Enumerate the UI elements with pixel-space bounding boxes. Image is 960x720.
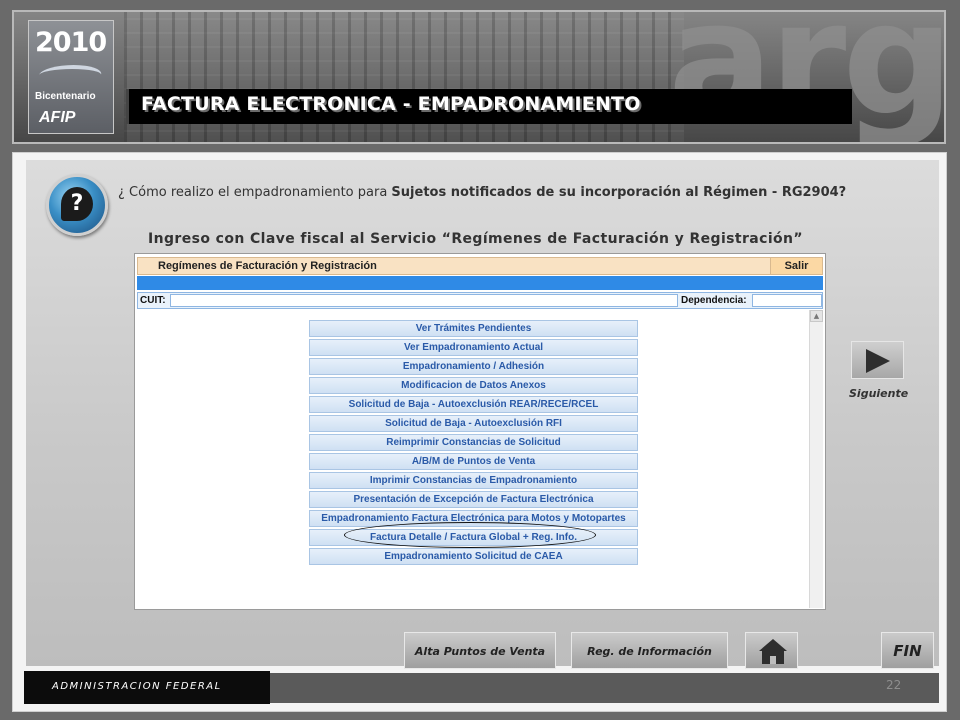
logo-flag-icon <box>35 65 105 85</box>
page-number: 22 <box>886 678 902 692</box>
fin-button[interactable]: FIN <box>881 632 934 669</box>
screenshot-blue-bar <box>137 276 823 290</box>
cuit-row: CUIT: Dependencia: <box>137 292 823 309</box>
play-arrow-icon <box>866 349 890 373</box>
afip-logo: AFIP <box>39 109 76 126</box>
next-label: Siguiente <box>849 387 909 400</box>
dependencia-label: Dependencia: <box>681 295 747 306</box>
home-icon-door <box>770 656 776 664</box>
menu-item-baja-rear[interactable]: Solicitud de Baja - Autoexclusión REAR/R… <box>309 396 638 413</box>
screenshot-header: Regímenes de Facturación y Registración … <box>137 257 823 275</box>
menu-item-modificacion-datos[interactable]: Modificacion de Datos Anexos <box>309 377 638 394</box>
menu-item-empadronamiento-adhesion[interactable]: Empadronamiento / Adhesión <box>309 358 638 375</box>
embedded-screenshot: Regímenes de Facturación y Registración … <box>134 253 826 610</box>
section-subtitle: Ingreso con Clave fiscal al Servicio “Re… <box>148 231 804 247</box>
menu-item-ver-empadronamiento[interactable]: Ver Empadronamiento Actual <box>309 339 638 356</box>
salir-button[interactable]: Salir <box>770 258 822 274</box>
dependencia-field[interactable] <box>752 294 822 307</box>
cuit-label: CUIT: <box>140 295 166 306</box>
menu-item-excepcion-factura[interactable]: Presentación de Excepción de Factura Ele… <box>309 491 638 508</box>
next-button[interactable] <box>851 341 904 379</box>
building-photo <box>124 12 684 142</box>
logo-caption: Bicentenario <box>35 91 96 102</box>
footer-logo: ADMINISTRACION FEDERAL <box>24 671 270 704</box>
question-mark-icon: ? <box>61 187 93 221</box>
question-text: ¿ Cómo realizo el empadronamiento para S… <box>118 184 878 202</box>
menu-item-baja-rfi[interactable]: Solicitud de Baja - Autoexclusión RFI <box>309 415 638 432</box>
highlight-ellipse <box>344 522 596 548</box>
screenshot-title: Regímenes de Facturación y Registración <box>158 260 377 272</box>
menu-item-imprimir-constancias[interactable]: Imprimir Constancias de Empadronamiento <box>309 472 638 489</box>
scroll-up-icon[interactable]: ▲ <box>810 310 823 322</box>
cuit-field[interactable] <box>170 294 678 307</box>
footer-org: ADMINISTRACION FEDERAL <box>52 681 222 692</box>
page-title: FACTURA ELECTRONICA - EMPADRONAMIENTO <box>141 93 641 115</box>
menu-item-ver-tramites[interactable]: Ver Trámites Pendientes <box>309 320 638 337</box>
reg-informacion-button[interactable]: Reg. de Información <box>571 632 728 669</box>
menu-item-caea[interactable]: Empadronamiento Solicitud de CAEA <box>309 548 638 565</box>
header-banner: arg 2010 Bicentenario AFIP FACTURA ELECT… <box>12 10 946 144</box>
title-bar: FACTURA ELECTRONICA - EMPADRONAMIENTO <box>126 89 852 124</box>
question-prefix: ¿ Cómo realizo el empadronamiento para <box>118 185 392 200</box>
logo-year: 2010 <box>35 27 107 58</box>
scrollbar[interactable]: ▲ <box>809 310 823 608</box>
bicentenario-logo: 2010 Bicentenario AFIP <box>28 20 114 134</box>
question-bold: Sujetos notificados de su incorporación … <box>391 185 847 200</box>
alta-puntos-venta-button[interactable]: Alta Puntos de Venta <box>404 632 556 669</box>
home-button[interactable] <box>745 632 798 669</box>
menu-item-reimprimir-constancias[interactable]: Reimprimir Constancias de Solicitud <box>309 434 638 451</box>
menu-item-puntos-venta[interactable]: A/B/M de Puntos de Venta <box>309 453 638 470</box>
question-icon: ? <box>46 174 108 236</box>
